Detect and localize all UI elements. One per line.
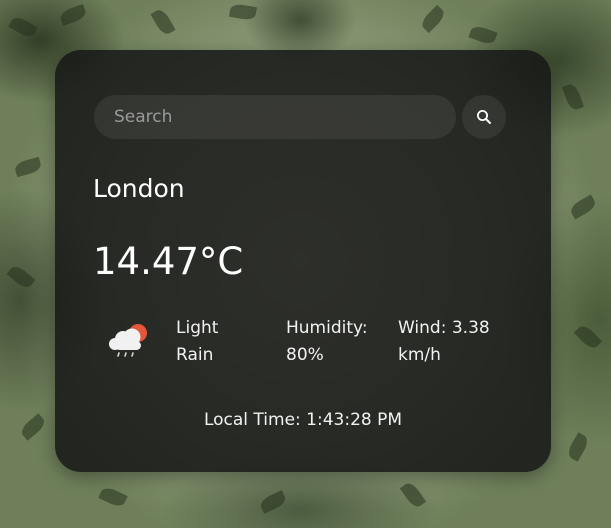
humidity: Humidity: 80% xyxy=(286,315,386,369)
city-name: London xyxy=(93,174,185,203)
leaf-decoration xyxy=(98,485,128,509)
description-line: Light xyxy=(176,318,219,338)
leaf-decoration xyxy=(18,413,48,441)
weather-description: Light Rain xyxy=(176,315,246,369)
leaf-decoration xyxy=(399,480,427,510)
humidity-value: 80% xyxy=(286,345,324,365)
leaf-decoration xyxy=(58,3,88,27)
search-bar xyxy=(94,95,506,139)
humidity-label: Humidity: xyxy=(286,318,368,338)
leaf-decoration xyxy=(6,263,36,291)
leaf-decoration xyxy=(13,156,43,178)
leaf-decoration xyxy=(8,14,38,40)
search-icon xyxy=(477,110,491,124)
leaf-decoration xyxy=(258,490,288,514)
search-input[interactable] xyxy=(94,95,456,139)
leaf-decoration xyxy=(565,432,591,462)
leaf-decoration xyxy=(573,322,603,352)
leaf-decoration xyxy=(568,194,598,220)
leaf-decoration xyxy=(561,82,585,112)
wind-label: Wind: 3.38 xyxy=(398,318,490,338)
wind-unit: km/h xyxy=(398,345,441,365)
temperature: 14.47°C xyxy=(93,240,244,283)
leaf-decoration xyxy=(228,2,258,22)
local-time: Local Time: 1:43:28 PM xyxy=(203,410,403,430)
search-button[interactable] xyxy=(462,95,506,139)
wind: Wind: 3.38 km/h xyxy=(398,315,508,369)
leaf-decoration xyxy=(150,7,176,37)
cloud-sun-rain-icon xyxy=(109,324,147,357)
weather-details: Light Rain Humidity: 80% Wind: 3.38 km/h xyxy=(107,315,527,375)
leaf-decoration xyxy=(418,4,448,34)
leaf-decoration xyxy=(468,23,498,47)
weather-card: London 14.47°C Light Rain Humidity: 80% … xyxy=(55,50,551,472)
description-line: Rain xyxy=(176,345,214,365)
